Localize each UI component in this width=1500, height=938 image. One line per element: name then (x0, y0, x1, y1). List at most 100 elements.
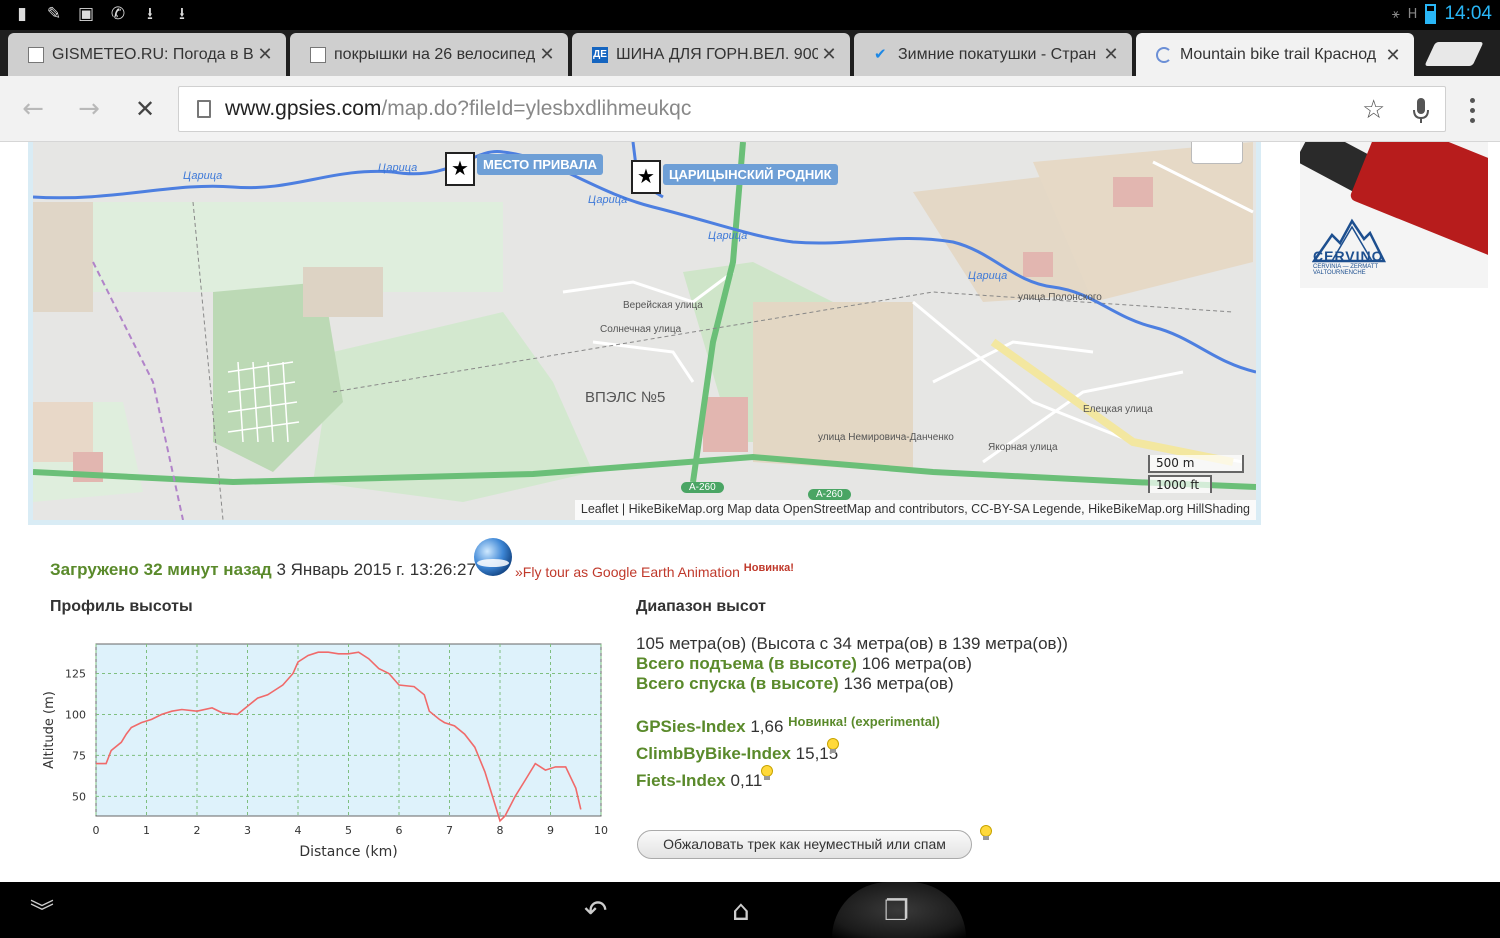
river-label: Царица (378, 162, 418, 174)
pin-star-icon[interactable]: ★ (631, 160, 661, 194)
battery-icon (1425, 4, 1437, 24)
y-tick-label: 50 (72, 790, 86, 803)
gallery-icon: ▣ (77, 4, 95, 24)
climbbybike-index: ClimbByBike-Index 15,15 (636, 744, 838, 764)
recent-apps-icon[interactable]: ❐ (884, 894, 909, 927)
x-tick-label: 9 (547, 824, 554, 837)
notification-icon: ▮ (17, 4, 27, 24)
road-shield: А-260 (681, 482, 724, 493)
address-bar[interactable]: www.gpsies.com/map.do?fileId=ylesbxdlihm… (178, 86, 1446, 132)
altitude-range: 105 метра(ов) (Высота с 34 метра(ов) в 1… (636, 634, 1068, 653)
street-label: Якорная улица (988, 442, 1058, 453)
x-tick-label: 2 (194, 824, 201, 837)
street-label: Елецкая улица (1083, 404, 1153, 415)
tab-pokryshki[interactable]: покрышки на 26 велосипед ✕ (290, 33, 568, 76)
profile-heading: Профиль высоты (50, 598, 193, 615)
loading-spinner-icon (1156, 47, 1172, 63)
status-bar: ▮ ✎ ▣ ✆ ⭳ ⭳ ⚹ H 14:04 (0, 0, 1500, 30)
experimental-badge: Новинка! (experimental) (788, 714, 940, 729)
page-icon (197, 100, 211, 118)
lightbulb-icon[interactable] (979, 825, 993, 841)
close-tab-icon[interactable]: ✕ (1382, 45, 1404, 66)
fly-tour-text[interactable]: »Fly tour as Google Earth Animation (515, 564, 740, 580)
map[interactable]: Царица Царица Царица Царица Царица ВПЭЛС… (33, 142, 1256, 520)
url-text[interactable]: www.gpsies.com/map.do?fileId=ylesbxdlihm… (225, 97, 691, 121)
layers-button[interactable] (1191, 142, 1243, 164)
close-tab-icon[interactable]: ✕ (536, 44, 558, 65)
download-icon: ⭳ (179, 4, 185, 24)
stop-loading-icon[interactable]: ✕ (130, 94, 160, 124)
gpsies-value: 1,66 (750, 717, 784, 736)
ad-brand: CERVINO (1313, 248, 1384, 264)
fiets-value: 0,11 (730, 771, 763, 790)
system-navigation-bar: ︾ ↶ ⌂ ❐ (0, 882, 1500, 938)
map-frame: Царица Царица Царица Царица Царица ВПЭЛС… (28, 142, 1261, 525)
signal-icon: H (1407, 6, 1418, 22)
page-icon (310, 46, 326, 63)
url-host: www.gpsies.com (225, 97, 382, 120)
descent-label: Всего спуска (в высоте) (636, 674, 839, 693)
x-tick-label: 6 (396, 824, 403, 837)
street-label: улица Немировича-Данченко (818, 432, 954, 443)
gpsies-label: GPSies-Index (636, 717, 746, 736)
road-shield: А-260 (808, 489, 851, 500)
pin-star-icon[interactable]: ★ (445, 152, 475, 186)
y-tick-label: 125 (65, 667, 86, 680)
x-tick-label: 1 (143, 824, 150, 837)
new-tab-button[interactable] (1424, 42, 1484, 66)
overflow-menu-icon[interactable] (1468, 98, 1478, 128)
advertisement-banner[interactable]: CERVINO CERVINIA — ZERMATT VALTOURNENCHE (1300, 142, 1488, 288)
new-badge: Новинка! (743, 562, 794, 574)
x-tick-label: 8 (497, 824, 504, 837)
river-label: Царица (708, 230, 748, 242)
waypoint-label[interactable]: МЕСТО ПРИВАЛА (477, 154, 604, 175)
street-label: Солнечная улица (600, 324, 682, 335)
home-icon[interactable]: ⌂ (732, 894, 750, 927)
tab-zimnie[interactable]: ✔ Зимние покатушки - Стран ✕ (854, 33, 1132, 76)
download-icon: ⭳ (147, 4, 153, 24)
viber-icon: ✆ (110, 4, 126, 24)
toolbar: ← → ✕ www.gpsies.com/map.do?fileId=ylesb… (0, 76, 1500, 142)
keyboard-hide-icon[interactable]: ︾ (30, 892, 54, 927)
page-icon (28, 46, 44, 63)
uploaded-date: 3 Январь 2015 г. 13:26:27 (276, 560, 476, 579)
url-path: /map.do?fileId=ylesbxdlihmeukqc (381, 97, 692, 120)
close-tab-icon[interactable]: ✕ (1100, 44, 1122, 65)
total-descent: Всего спуска (в высоте) 136 метра(ов) (636, 674, 954, 694)
back-icon[interactable]: ↶ (584, 894, 607, 927)
x-axis-label: Distance (km) (299, 844, 397, 860)
forward-arrow-icon[interactable]: → (74, 94, 104, 124)
x-tick-label: 10 (594, 824, 608, 837)
lightbulb-icon[interactable] (826, 738, 840, 754)
fly-tour-link[interactable]: »Fly tour as Google Earth Animation Нови… (515, 562, 794, 580)
map-attribution[interactable]: Leaflet | HikeBikeMap.org Map data OpenS… (574, 500, 1256, 520)
google-earth-icon[interactable] (474, 538, 512, 576)
street-label: улица Полонского (1018, 292, 1102, 303)
x-tick-label: 0 (93, 824, 100, 837)
report-spam-button[interactable]: Обжаловать трек как неуместный или спам (637, 830, 972, 859)
x-tick-label: 5 (345, 824, 352, 837)
uploaded-label: Загружено 32 минут назад (50, 560, 272, 579)
river-label: Царица (588, 194, 628, 206)
tab-shina[interactable]: ДЕ ШИНА ДЛЯ ГОРН.ВЕЛ. 900 ✕ (572, 33, 850, 76)
lightbulb-icon[interactable] (760, 765, 774, 781)
close-tab-icon[interactable]: ✕ (254, 44, 276, 65)
bookmark-star-icon[interactable]: ☆ (1362, 95, 1385, 125)
back-arrow-icon[interactable]: ← (18, 94, 48, 124)
tab-mountain-bike-trail[interactable]: Mountain bike trail Краснод ✕ (1136, 33, 1414, 77)
close-tab-icon[interactable]: ✕ (818, 44, 840, 65)
fiets-index: Fiets-Index 0,11 (636, 771, 762, 791)
tab-gismeteo[interactable]: GISMETEO.RU: Погода в Вол ✕ (8, 33, 286, 76)
y-axis-label: Altitude (m) (42, 691, 57, 769)
ad-tagline: CERVINIA — ZERMATT VALTOURNENCHE (1313, 264, 1379, 276)
x-tick-label: 3 (244, 824, 251, 837)
y-tick-label: 75 (72, 749, 86, 762)
x-tick-label: 7 (446, 824, 453, 837)
climb-label: ClimbByBike-Index (636, 744, 791, 763)
waypoint-label[interactable]: ЦАРИЦЫНСКИЙ РОДНИК (663, 164, 838, 185)
microphone-icon[interactable] (1412, 96, 1430, 126)
tab-title: Mountain bike trail Краснод (1180, 46, 1377, 63)
clock: 14:04 (1444, 3, 1492, 24)
gpsies-index: GPSies-Index 1,66 Новинка! (experimental… (636, 714, 940, 737)
river-label: Царица (183, 170, 223, 182)
